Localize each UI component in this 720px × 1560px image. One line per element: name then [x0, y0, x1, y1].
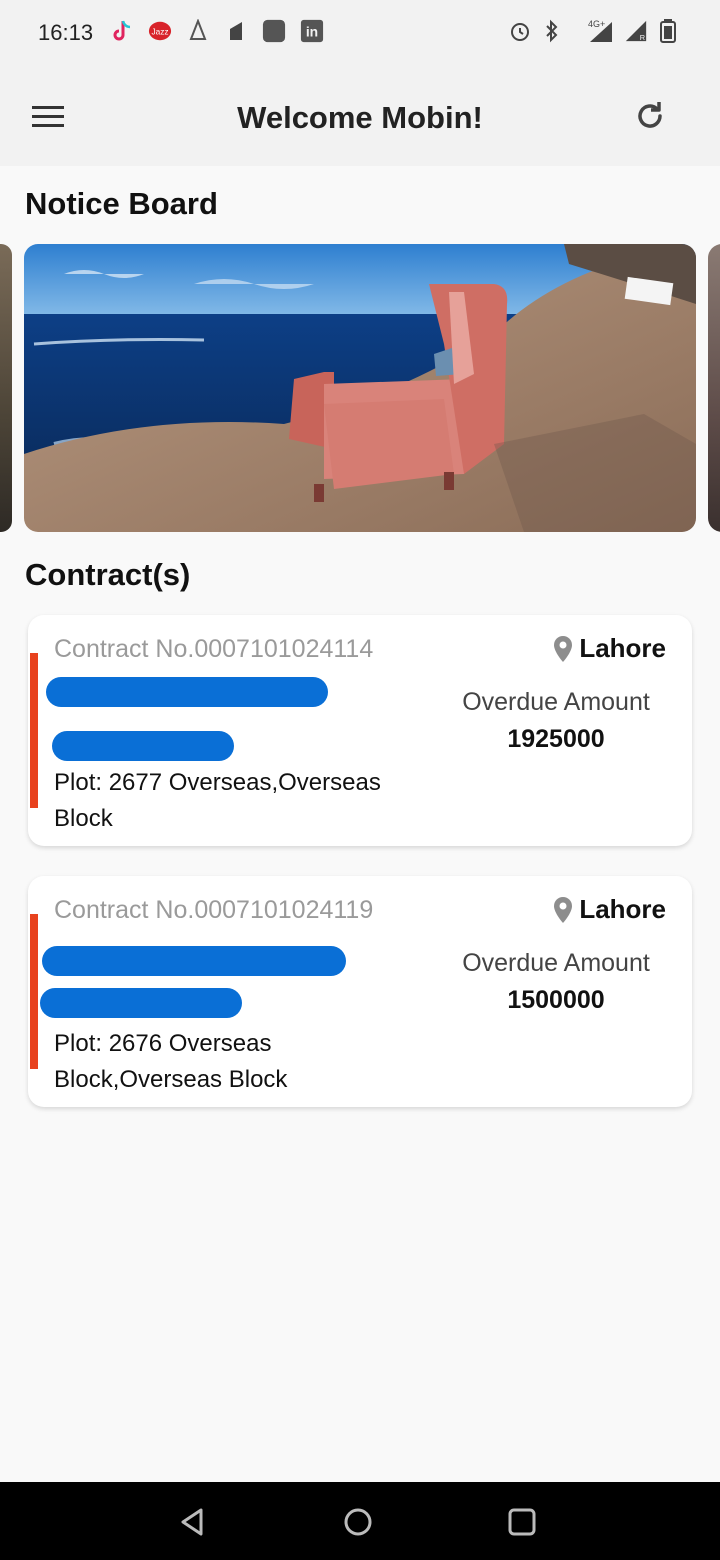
- location-label: Lahore: [579, 894, 666, 924]
- system-icons: 4G+ R: [508, 18, 680, 44]
- contract-card[interactable]: Contract No.0007101024114 Lahore Overdue…: [28, 615, 692, 846]
- notice-board-title: Notice Board: [25, 186, 218, 221]
- contract-number: Contract No.0007101024119: [54, 896, 374, 924]
- overdue-amount-label: Overdue Amount: [462, 949, 650, 977]
- status-bar: 16:13 Jazz in 4G+ R: [0, 0, 720, 66]
- system-nav-bar: [0, 1482, 720, 1560]
- jazz-icon: Jazz: [148, 18, 172, 44]
- contract-location: Lahore: [553, 894, 666, 925]
- overdue-amount-value: 1925000: [507, 725, 605, 753]
- app-icon: [186, 18, 210, 44]
- home-icon[interactable]: [338, 1502, 378, 1542]
- plot-address: Plot: 2676 Overseas Block,Overseas Block: [54, 1030, 288, 1093]
- redacted-name: [42, 946, 346, 976]
- contract-number: Contract No.0007101024114: [54, 635, 374, 663]
- notice-banner-image[interactable]: [24, 244, 696, 532]
- location-pin-icon: [554, 896, 573, 923]
- recents-icon[interactable]: [502, 1502, 542, 1542]
- overdue-amount-value: 1500000: [507, 986, 605, 1014]
- back-icon[interactable]: [172, 1502, 212, 1542]
- svg-text:R: R: [640, 33, 645, 42]
- battery-icon: [656, 18, 680, 44]
- alarm-icon: [508, 18, 532, 44]
- location-pin-icon: [554, 635, 573, 662]
- signal-4g-icon: 4G+: [572, 18, 616, 44]
- overdue-amount-label: Overdue Amount: [462, 688, 650, 716]
- refresh-icon[interactable]: [632, 98, 668, 134]
- location-label: Lahore: [579, 633, 666, 663]
- contract-accent-bar: [30, 914, 38, 1069]
- contract-card[interactable]: Contract No.0007101024119 Lahore Overdue…: [28, 876, 692, 1107]
- app-icon-2: [224, 18, 248, 44]
- svg-text:Jazz: Jazz: [151, 27, 168, 37]
- carousel-next-slide[interactable]: [708, 244, 720, 532]
- carousel-prev-slide[interactable]: [0, 244, 12, 532]
- square-icon: [262, 18, 286, 44]
- status-time: 16:13: [38, 20, 94, 45]
- redacted-name: [46, 677, 328, 707]
- contract-accent-bar: [30, 653, 38, 808]
- bluetooth-icon: [540, 18, 564, 44]
- svg-text:in: in: [306, 24, 318, 40]
- redacted-detail: [40, 988, 242, 1018]
- notification-icons: Jazz in: [110, 18, 324, 44]
- contracts-title: Contract(s): [25, 557, 191, 592]
- app-bar: Welcome Mobin!: [0, 66, 720, 166]
- page-title: Welcome Mobin!: [237, 100, 483, 135]
- tiktok-icon: [110, 18, 134, 44]
- redacted-detail: [52, 731, 234, 761]
- plot-address: Plot: 2677 Overseas,Overseas Block: [54, 769, 381, 832]
- contract-location: Lahore: [553, 633, 666, 664]
- svg-text:4G+: 4G+: [588, 19, 605, 29]
- signal-r-icon: R: [624, 18, 648, 44]
- linkedin-icon: in: [300, 18, 324, 44]
